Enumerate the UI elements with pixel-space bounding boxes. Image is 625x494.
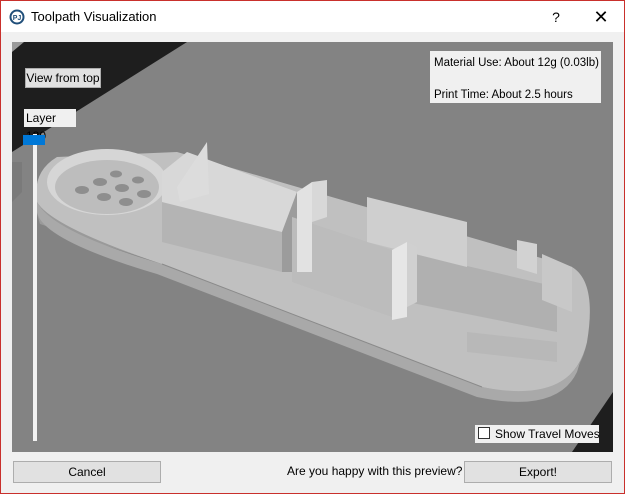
show-travel-moves-checkbox[interactable] (478, 427, 490, 439)
toolpath-viewport[interactable]: View from top Layer 130 Material Use: Ab… (12, 42, 613, 452)
view-from-top-button[interactable]: View from top (25, 68, 101, 88)
print-info-panel: Material Use: About 12g (0.03lb) Print T… (430, 51, 601, 103)
confirmation-question: Are you happy with this preview? (287, 464, 463, 478)
layer-slider-thumb[interactable] (23, 135, 45, 145)
title-bar: PJ Toolpath Visualization ? ✕ (1, 1, 624, 32)
export-button[interactable]: Export! (464, 461, 612, 483)
svg-text:PJ: PJ (13, 15, 22, 22)
app-icon: PJ (9, 9, 25, 25)
dialog-window: PJ Toolpath Visualization ? ✕ View from … (0, 0, 625, 494)
close-button[interactable]: ✕ (586, 5, 616, 29)
layer-slider-track[interactable] (33, 134, 37, 441)
show-travel-moves-label: Show Travel Moves (495, 427, 600, 441)
material-use-text: Material Use: About 12g (0.03lb) (434, 57, 599, 69)
help-button[interactable]: ? (542, 5, 570, 29)
show-travel-moves-toggle[interactable]: Show Travel Moves (475, 425, 600, 443)
window-title: Toolpath Visualization (31, 9, 157, 24)
layer-label: Layer 130 (24, 109, 76, 143)
toolpath-render (12, 42, 613, 452)
cancel-button[interactable]: Cancel (13, 461, 161, 483)
print-time-text: Print Time: About 2.5 hours (434, 89, 573, 101)
